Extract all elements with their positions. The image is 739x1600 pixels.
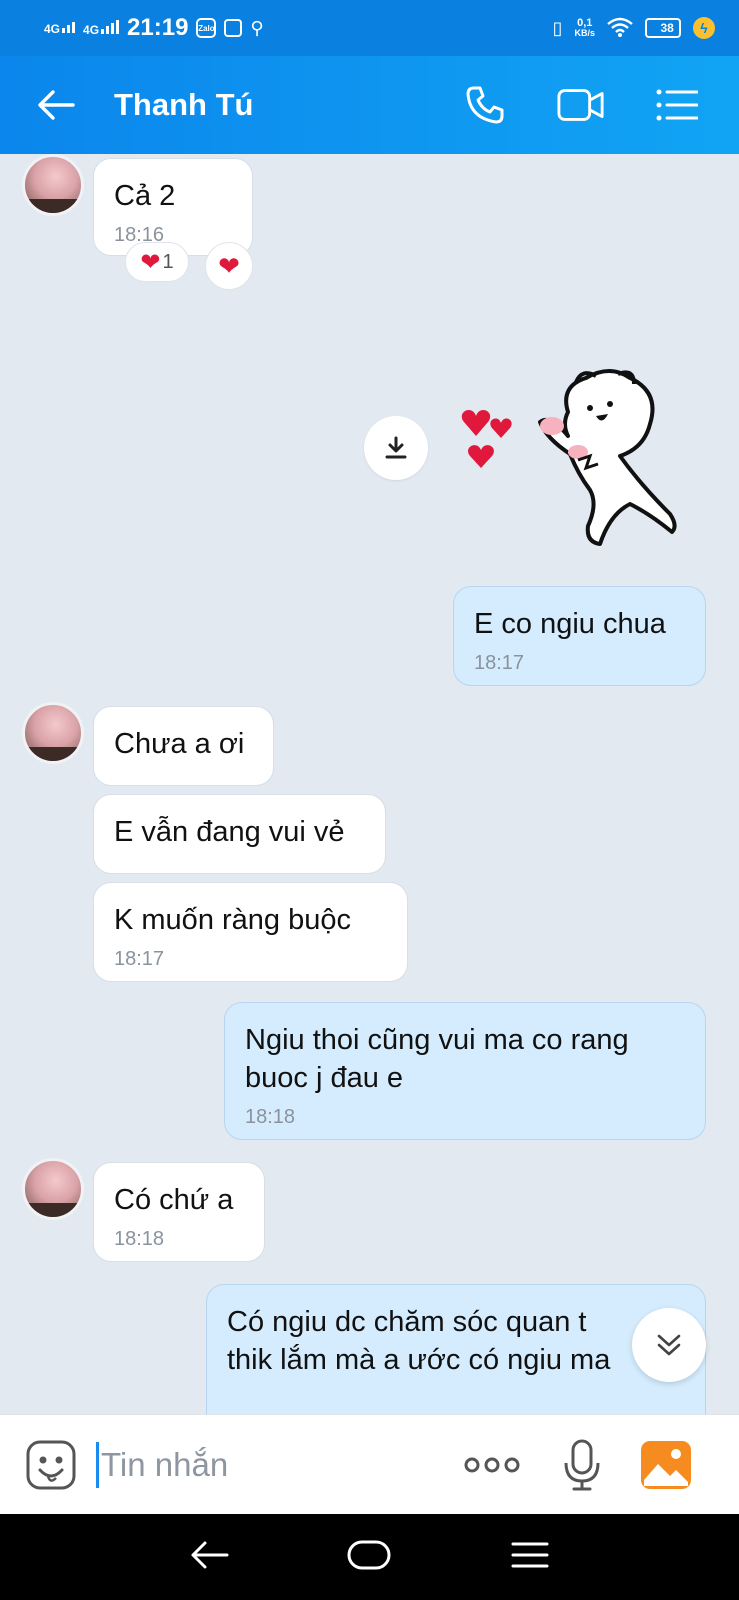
chat-header: Thanh Tú xyxy=(0,56,739,154)
message-time: 18:18 xyxy=(245,1106,296,1128)
message-text: E co ngiu chua xyxy=(474,608,666,640)
double-chevron-down-icon xyxy=(657,1334,681,1356)
vibrate-icon: ▯ xyxy=(552,17,563,38)
download-button[interactable] xyxy=(364,416,428,480)
message-incoming[interactable]: K muốn ràng buộc 18:17 xyxy=(93,882,408,982)
back-arrow-icon[interactable] xyxy=(36,85,76,125)
wifi-icon xyxy=(607,17,633,40)
scroll-to-bottom-button[interactable] xyxy=(632,1308,706,1382)
send-image-button[interactable] xyxy=(640,1440,692,1490)
message-incoming[interactable]: Có chứ a 18:18 xyxy=(93,1162,265,1262)
message-input[interactable]: Tin nhắn xyxy=(96,1435,456,1495)
composer-bar: Tin nhắn xyxy=(0,1414,739,1514)
message-time: 18:18 xyxy=(114,1228,165,1250)
microphone-icon xyxy=(564,1439,600,1490)
contact-name[interactable]: Thanh Tú xyxy=(114,87,253,123)
reaction-summary[interactable]: ❤ 1 xyxy=(125,242,189,282)
system-nav-bar xyxy=(0,1514,739,1600)
status-bar: 4G 4G 21:19 Zalo ⚲ ▯ 0,1 KB/s 38 ϟ xyxy=(0,0,739,56)
emoji-sticker-button[interactable] xyxy=(26,1440,76,1490)
message-time: 18:17 xyxy=(114,948,165,970)
contact-avatar[interactable] xyxy=(22,702,84,764)
smiley-icon xyxy=(26,1440,76,1489)
message-incoming[interactable]: E vẫn đang vui vẻ xyxy=(93,794,386,874)
image-gallery-icon xyxy=(641,1440,691,1489)
signal-indicator-2: 4G xyxy=(83,20,120,36)
video-call-icon[interactable] xyxy=(557,81,605,129)
phone-call-icon[interactable] xyxy=(461,81,509,129)
message-outgoing[interactable]: Ngiu thoi cũng vui ma co rang buoc j đau… xyxy=(224,1002,706,1140)
input-placeholder: Tin nhắn xyxy=(101,1445,229,1483)
nav-recents-icon[interactable] xyxy=(510,1540,550,1575)
contact-avatar[interactable] xyxy=(22,1158,84,1220)
sticker-cat-hearts[interactable] xyxy=(450,364,700,564)
message-text: Có chứ a xyxy=(114,1184,234,1216)
zalo-app-icon: Zalo xyxy=(196,18,217,38)
message-text-line: Ngiu thoi cũng vui ma co rang xyxy=(245,1024,629,1056)
charging-icon: ϟ xyxy=(693,17,715,39)
status-time: 21:19 xyxy=(127,14,189,41)
react-heart-button[interactable]: ❤ xyxy=(205,242,253,290)
more-options-button[interactable] xyxy=(462,1445,522,1485)
nav-home-icon[interactable] xyxy=(347,1539,391,1576)
text-caret xyxy=(96,1441,99,1488)
message-time: 18:17 xyxy=(474,652,525,674)
battery-icon: 38 xyxy=(645,18,681,38)
heart-icon: ❤ xyxy=(218,250,240,281)
message-incoming[interactable]: Chưa a ơi xyxy=(93,706,274,786)
contact-avatar[interactable] xyxy=(22,154,84,216)
signal-indicator: 4G xyxy=(44,21,76,35)
download-icon xyxy=(385,436,407,459)
message-text: Chưa a ơi xyxy=(114,728,245,760)
message-text-line: buoc j đau e xyxy=(245,1062,404,1094)
heart-icon: ❤ xyxy=(140,248,161,276)
net-speed: 0,1 KB/s xyxy=(574,17,595,39)
notification-icon: ⚲ xyxy=(250,17,264,38)
message-text-line: thik lắm mà a ước có ngiu ma xyxy=(227,1344,611,1376)
screen-icon xyxy=(224,19,243,37)
message-outgoing[interactable]: E co ngiu chua 18:17 xyxy=(453,586,706,686)
message-text-line: Có ngiu dc chăm sóc quan t xyxy=(227,1306,587,1338)
three-dots-icon xyxy=(464,1457,520,1472)
nav-back-icon[interactable] xyxy=(189,1539,229,1576)
message-text: E vẫn đang vui vẻ xyxy=(114,816,345,848)
message-text: K muốn ràng buộc xyxy=(114,904,351,936)
menu-list-icon[interactable] xyxy=(653,81,701,129)
message-outgoing[interactable]: Có ngiu dc chăm sóc quan t thik lắm mà a… xyxy=(206,1284,706,1414)
message-text: Cả 2 xyxy=(114,180,176,212)
message-list[interactable]: Cả 2 18:16 ❤ 1 ❤ E co ngiu chua 18:17 Ch… xyxy=(0,154,739,1414)
voice-record-button[interactable] xyxy=(562,1439,602,1491)
